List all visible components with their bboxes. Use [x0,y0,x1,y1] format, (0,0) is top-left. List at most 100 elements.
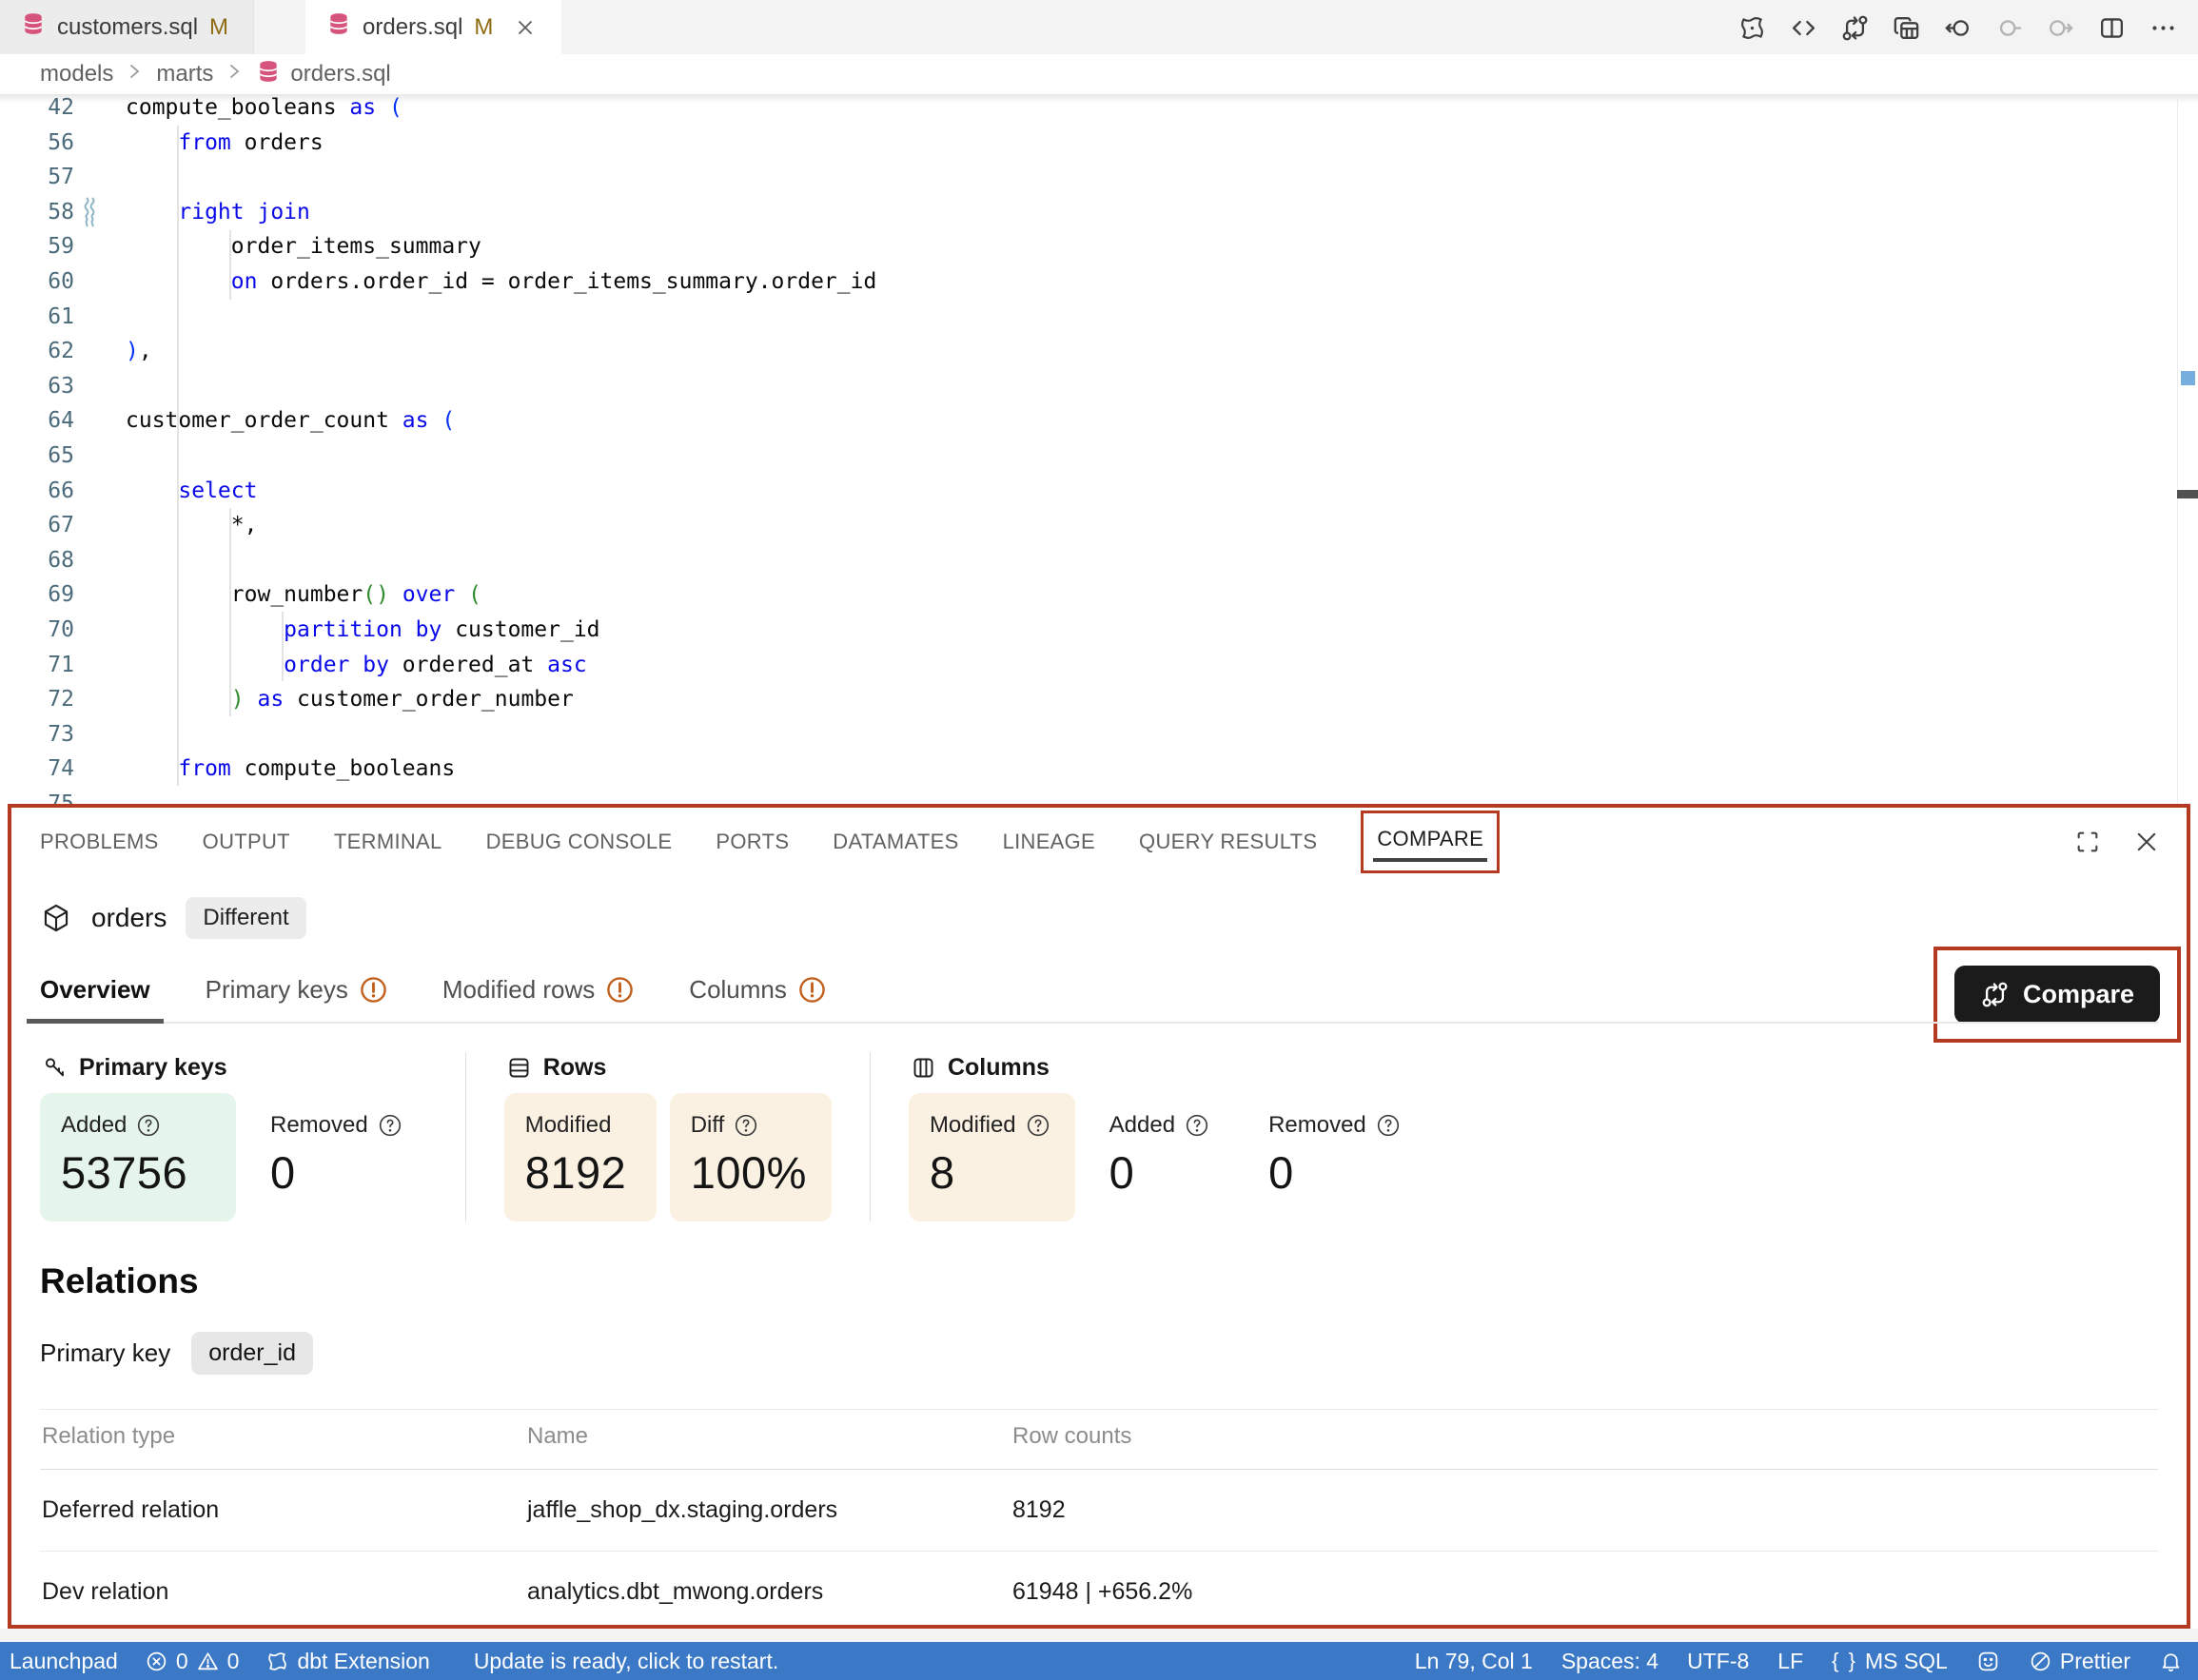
primary-key-label: Primary key [40,1338,170,1368]
code-line: 73 [0,717,2198,752]
panel-tab-ports[interactable]: PORTS [716,830,789,854]
help-circle-icon[interactable] [136,1113,161,1138]
tab-filename: orders.sql [363,14,462,41]
panel-tab-query-results[interactable]: QUERY RESULTS [1139,830,1317,854]
dbt-power-user-icon[interactable] [1730,7,1774,49]
git-compare-icon[interactable] [1833,7,1876,49]
indentation-status[interactable]: Spaces: 4 [1561,1642,1658,1680]
warning-circle-icon [798,976,826,1004]
panel-controls [2070,825,2164,859]
compare-tab-columns[interactable]: Columns [689,975,826,1005]
status-bar: Launchpad 0 0 dbt Extension Update is re… [0,1642,2198,1680]
modified-indicator: M [209,14,228,41]
database-icon [326,11,351,43]
help-circle-icon[interactable] [1376,1113,1401,1138]
code-line: 70 partition by customer_id [0,613,2198,648]
prettier-status[interactable]: Prettier [2029,1642,2130,1680]
editor-tab-orders-sql[interactable]: orders.sqlM [305,0,561,54]
overview-ruler[interactable] [2177,95,2198,804]
table-cell: 61948 | +656.2% [1011,1552,2158,1630]
stat-label: Diff [691,1112,725,1139]
panel-tab-compare[interactable]: COMPARE [1377,827,1483,851]
table-cell: jaffle_shop_dx.staging.orders [525,1470,1011,1552]
stat-label: Modified [930,1112,1016,1139]
help-circle-icon[interactable] [1026,1113,1050,1138]
more-actions-icon[interactable] [2141,7,2185,49]
stat-card-modified: Modified8192 [504,1093,657,1221]
relations-heading: Relations [40,1261,2158,1301]
breadcrumb-item[interactable]: models [40,61,113,88]
indent-guide [177,126,179,786]
navigate-back-icon[interactable] [1935,7,1979,49]
relations-table: Relation typeNameRow counts Deferred rel… [40,1409,2158,1629]
dbt-extension-status[interactable]: dbt Extension [265,1642,429,1680]
error-count: 0 [176,1649,188,1674]
stat-value: 100% [691,1146,807,1199]
encoding-status[interactable]: UTF-8 [1687,1642,1749,1680]
stat-group-primary-keys: Primary keysAdded53756Removed0 [40,1048,465,1221]
columns-icon [911,1055,936,1081]
panel-tab-terminal[interactable]: TERMINAL [334,830,442,854]
panel-tab-problems[interactable]: PROBLEMS [40,830,159,854]
problems-status[interactable]: 0 0 [145,1642,240,1680]
line-number: 58 [0,195,74,230]
scroll-shadow [0,95,2198,104]
table-cell: Dev relation [40,1552,525,1630]
notifications-bell-icon[interactable] [2159,1642,2183,1680]
code-line: 64customer_order_count as ( [0,403,2198,439]
cursor-position[interactable]: Ln 79, Col 1 [1415,1642,1533,1680]
table-cell: analytics.dbt_mwong.orders [525,1552,1011,1630]
stat-card-diff: Diff 100% [670,1093,832,1221]
eol-status[interactable]: LF [1777,1642,1803,1680]
line-number: 67 [0,508,74,543]
update-message[interactable]: Update is ready, click to restart. [474,1642,778,1680]
compare-tab-overview[interactable]: Overview [40,975,150,1005]
language-mode[interactable]: { }MS SQL [1832,1642,1948,1680]
circle-icon [1987,7,2031,49]
stat-value: 8192 [525,1146,632,1199]
code-editor[interactable]: 42compute_booleans as (56 from orders575… [0,95,2198,804]
breadcrumb[interactable]: models marts orders.sql [0,54,2198,95]
stat-label: Removed [1268,1112,1366,1139]
line-number: 62 [0,334,74,369]
table-cell: Deferred relation [40,1470,525,1552]
compare-sub-tabs: Overview Primary keys Modified rows Columns [40,975,2158,1024]
close-tab-icon[interactable] [514,16,537,39]
code-line: 59 order_items_summary [0,229,2198,264]
code-icon[interactable] [1781,7,1825,49]
code-line: 71 order by ordered_at asc [0,648,2198,683]
help-circle-icon[interactable] [378,1113,402,1138]
key-icon [42,1055,68,1081]
breadcrumb-item[interactable]: orders.sql [256,59,390,90]
panel-tab-datamates[interactable]: DATAMATES [833,830,958,854]
breadcrumb-item[interactable]: marts [156,61,213,88]
line-number: 70 [0,613,74,648]
compare-tab-modified-rows[interactable]: Modified rows [442,975,634,1005]
panel-tab-output[interactable]: OUTPUT [203,830,290,854]
help-circle-icon[interactable] [734,1113,758,1138]
editor-tab-customers-sql[interactable]: customers.sqlM [0,0,254,54]
database-icon [21,11,46,43]
model-header-row: orders Different [40,897,2158,939]
panel-tab-lineage[interactable]: LINEAGE [1003,830,1095,854]
table-header: Relation type [40,1410,525,1470]
line-number: 59 [0,229,74,264]
close-panel-icon[interactable] [2129,825,2164,859]
stat-value: 0 [270,1146,402,1199]
line-number: 68 [0,543,74,578]
ruler-marker [2181,371,2195,385]
code-line: 63 [0,369,2198,404]
stat-label: Added [61,1112,127,1139]
line-number: 57 [0,160,74,195]
maximize-panel-icon[interactable] [2070,825,2105,859]
launchpad-button[interactable]: Launchpad [10,1642,118,1680]
help-circle-icon[interactable] [1185,1113,1209,1138]
compare-tab-primary-keys[interactable]: Primary keys [206,975,387,1005]
line-number: 64 [0,403,74,439]
stat-card-added: Added53756 [40,1093,236,1221]
panel-tab-debug-console[interactable]: DEBUG CONSOLE [486,830,673,854]
line-number: 69 [0,577,74,613]
query-preview-icon[interactable] [1884,7,1928,49]
split-editor-icon[interactable] [2090,7,2133,49]
feedback-smiley-icon[interactable] [1976,1642,2000,1680]
